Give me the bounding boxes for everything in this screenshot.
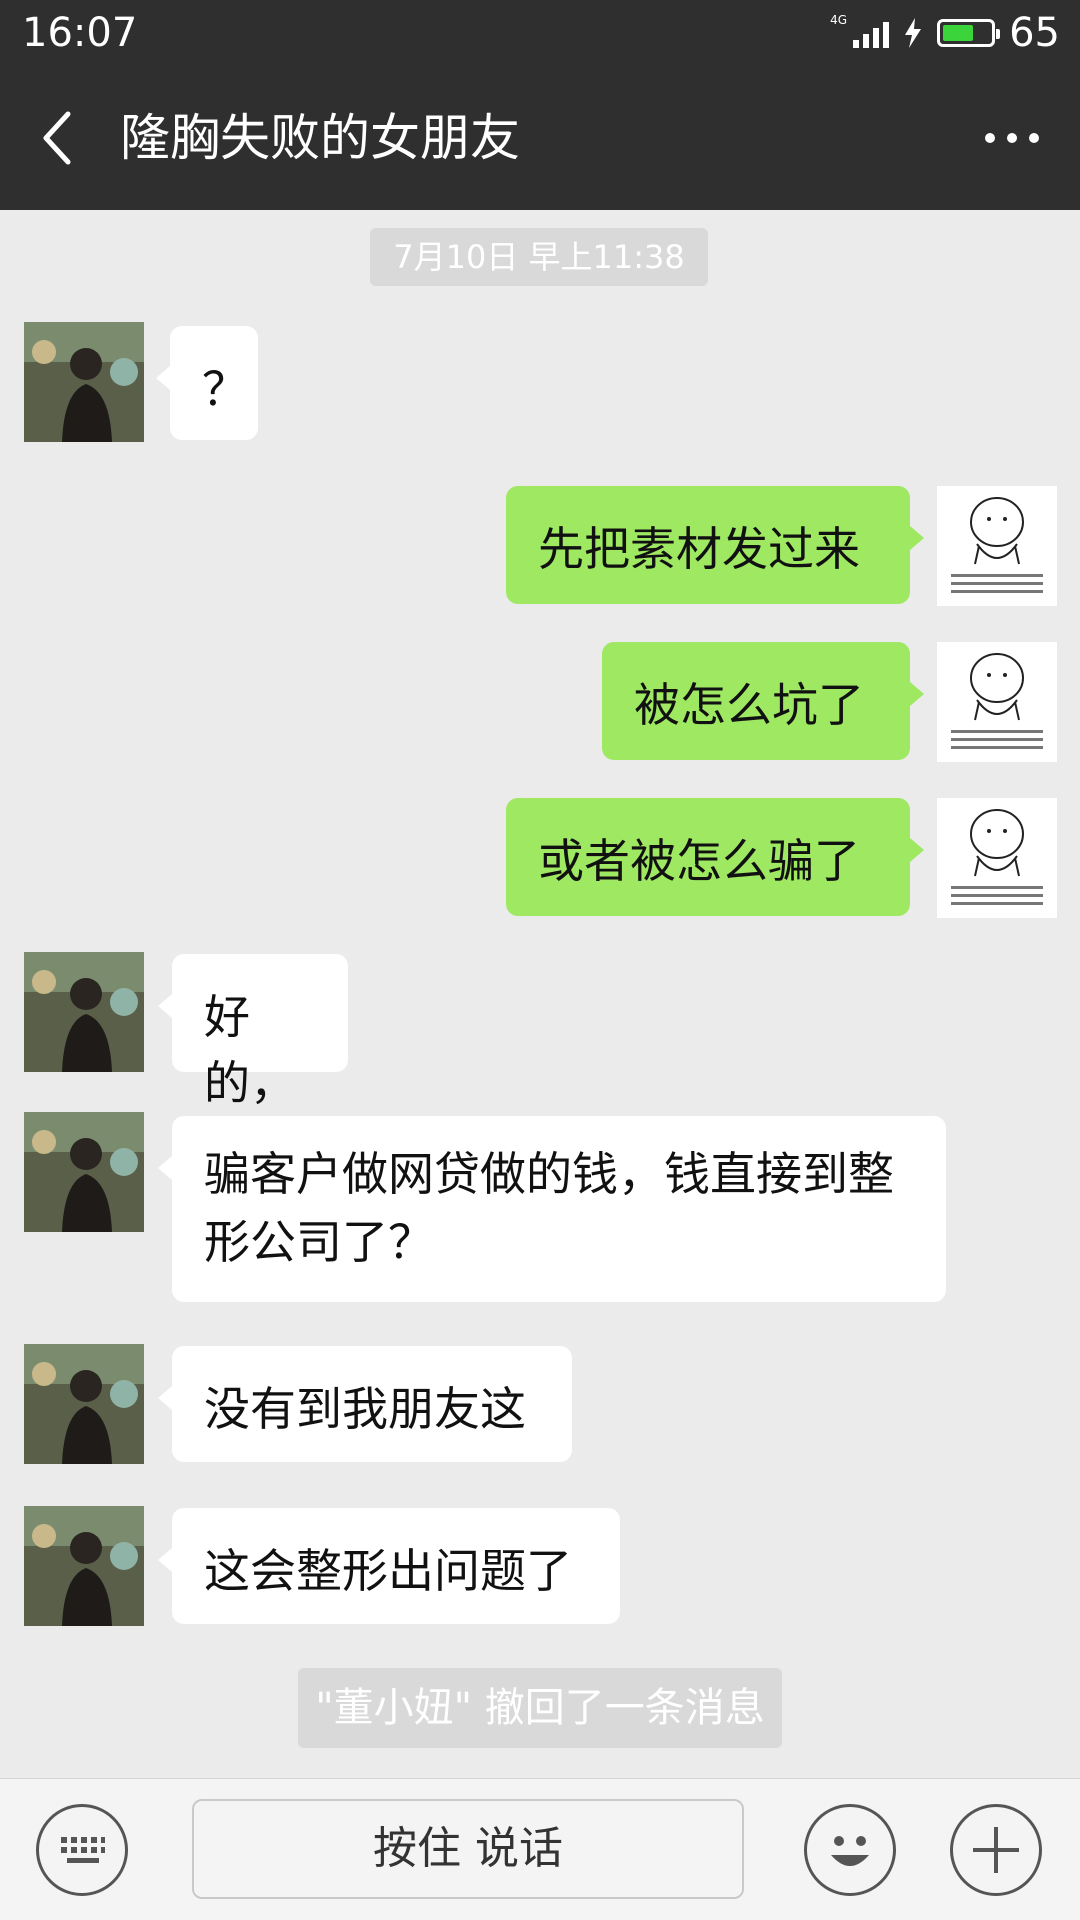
message-bubble-incoming[interactable]: 骗客户做网贷做的钱，钱直接到整形公司了？: [158, 1116, 946, 1302]
input-bar: 按住 说话: [0, 1778, 1080, 1920]
message-bubble-incoming[interactable]: ？: [156, 326, 258, 440]
contact-avatar[interactable]: [24, 952, 144, 1072]
avatar-photo: [24, 1344, 144, 1464]
chevron-left-icon[interactable]: [38, 106, 78, 170]
message-bubble-incoming[interactable]: 没有到我朋友这: [158, 1346, 572, 1462]
timestamp-label: 7月10日 早上11:38: [370, 228, 708, 286]
contact-avatar[interactable]: [24, 1506, 144, 1626]
contact-avatar[interactable]: [24, 1344, 144, 1464]
my-avatar[interactable]: [937, 798, 1057, 918]
keyboard-icon: [61, 1837, 105, 1863]
my-avatar[interactable]: [937, 486, 1057, 606]
chat-header: 隆胸失败的女朋友: [0, 66, 1080, 210]
plus-button[interactable]: [950, 1804, 1042, 1896]
status-time: 16:07: [22, 10, 138, 56]
more-dots-icon[interactable]: [982, 124, 1042, 152]
battery-percent: 65: [1009, 10, 1060, 56]
hold-to-talk-button[interactable]: 按住 说话: [192, 1799, 744, 1899]
contact-avatar[interactable]: [24, 322, 144, 442]
battery-fill: [943, 25, 973, 41]
network-type: 4G: [830, 13, 848, 27]
battery-icon: [937, 19, 1001, 47]
emoji-icon: [831, 1836, 869, 1866]
charging-icon: [905, 18, 922, 48]
status-indicators: 4G 65: [830, 8, 1060, 58]
recall-notice: "董小妞" 撤回了一条消息: [298, 1668, 782, 1748]
avatar-photo: [24, 322, 144, 442]
sticker-face-icon: [951, 497, 1043, 593]
sticker-face-icon: [951, 653, 1043, 749]
status-bar: 16:07 4G 65: [0, 0, 1080, 66]
message-bubble-outgoing[interactable]: 被怎么坑了: [602, 642, 924, 760]
keyboard-button[interactable]: [36, 1804, 128, 1896]
plus-icon: [973, 1827, 1019, 1873]
avatar-photo: [24, 1112, 144, 1232]
message-bubble-outgoing[interactable]: 先把素材发过来: [506, 486, 924, 604]
signal-icon: [853, 18, 890, 48]
message-bubble-outgoing[interactable]: 或者被怎么骗了: [506, 798, 924, 916]
chat-title: 隆胸失败的女朋友: [120, 109, 520, 167]
message-bubble-incoming[interactable]: 好的，: [158, 954, 348, 1110]
contact-avatar[interactable]: [24, 1112, 144, 1232]
avatar-photo: [24, 1506, 144, 1626]
sticker-face-icon: [951, 809, 1043, 905]
message-bubble-incoming[interactable]: 这会整形出问题了: [158, 1508, 620, 1624]
emoji-button[interactable]: [804, 1804, 896, 1896]
my-avatar[interactable]: [937, 642, 1057, 762]
avatar-photo: [24, 952, 144, 1072]
